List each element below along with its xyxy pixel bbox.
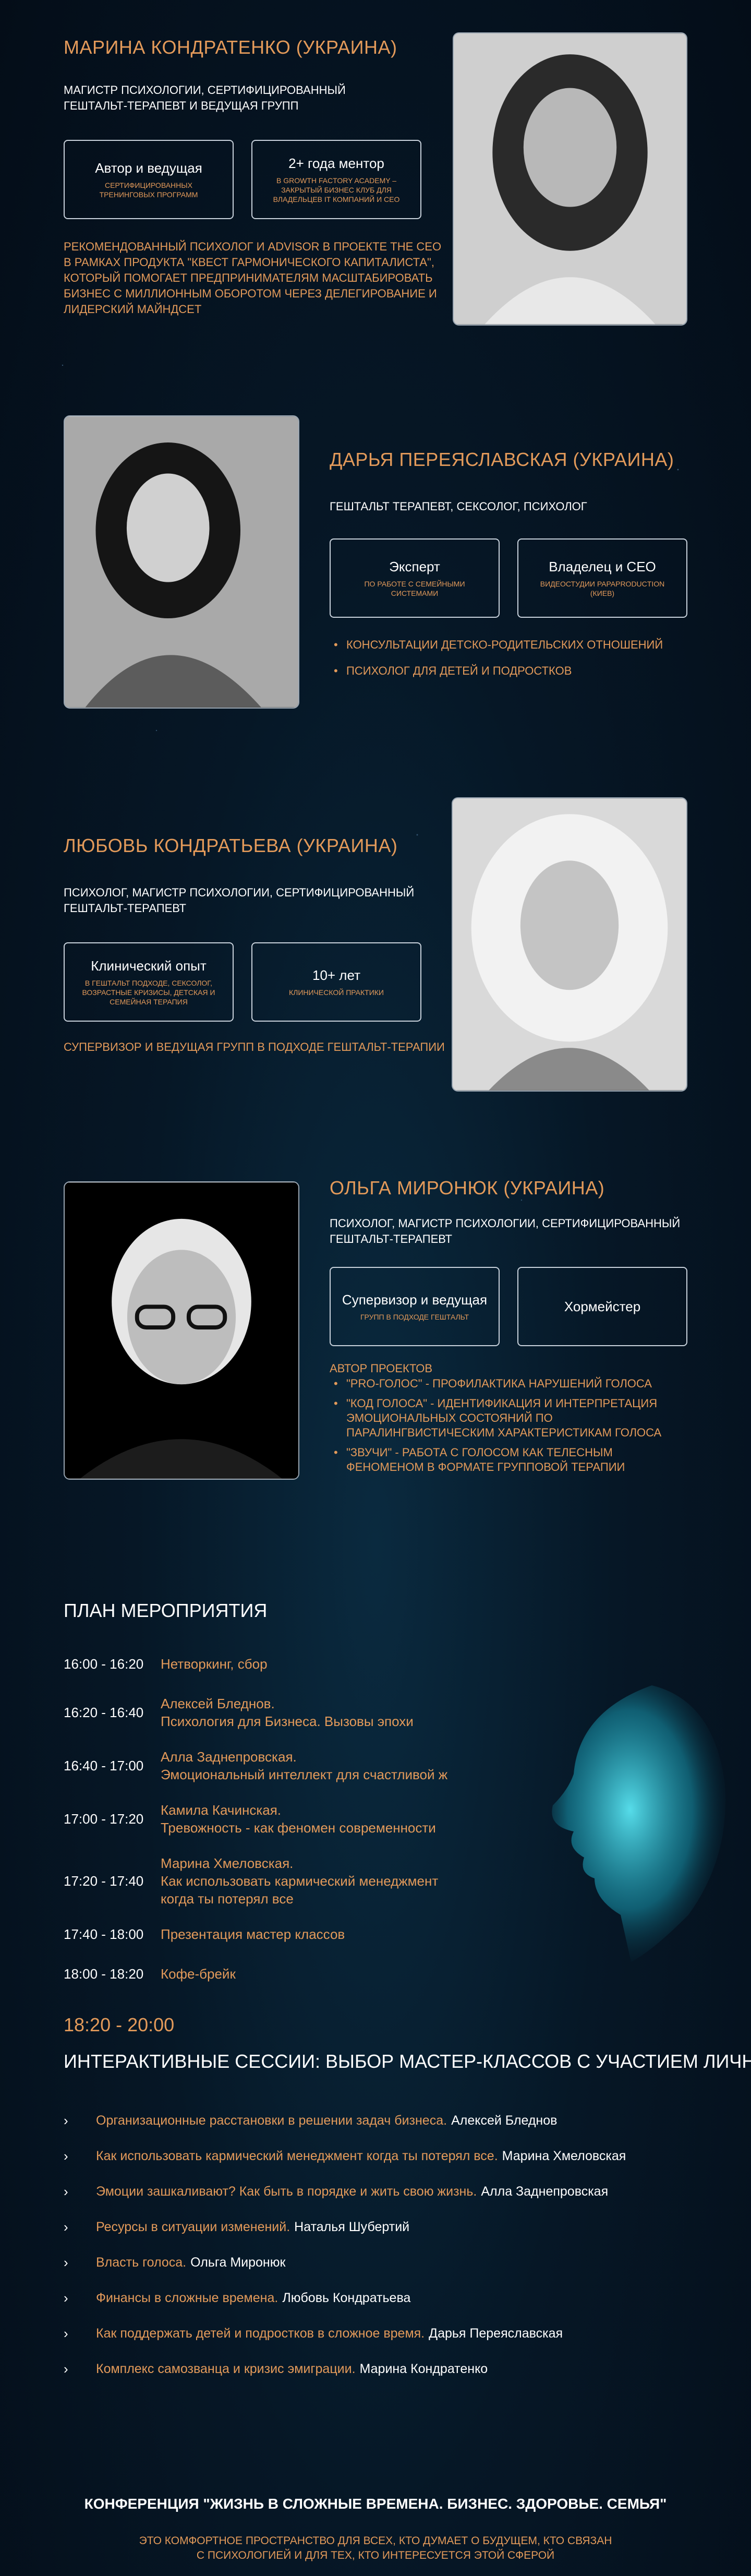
list-item: "PRO-ГОЛОС" - ПРОФИЛАКТИКА НАРУШЕНИЙ ГОЛ… bbox=[334, 1376, 661, 1391]
speaker-description: РЕКОМЕНДОВАННЫЙ ПСИХОЛОГ И ADVISOR В ПРО… bbox=[64, 240, 442, 316]
speaker-subtitle: ПСИХОЛОГ, МАГИСТР ПСИХОЛОГИИ, СЕРТИФИЦИР… bbox=[64, 886, 415, 915]
plan-topic: Эмоциональный интеллект для счастливой ж bbox=[161, 1767, 448, 1782]
speaker-card: Эксперт ПО РАБОТЕ С СЕМЕЙНЫМИ СИСТЕМАМИ bbox=[330, 538, 500, 618]
plan-row: 16:40 - 17:00 Алла Заднепровская. Эмоцио… bbox=[64, 1748, 468, 1783]
speaker-name: МАРИНА КОНДРАТЕНКО (УКРАИНА) bbox=[64, 37, 397, 58]
session-list: › Организационные расстановки в решении з… bbox=[64, 2103, 626, 2387]
speaker-name: ОЛЬГА МИРОНЮК (УКРАИНА) bbox=[330, 1177, 605, 1199]
plan-time: 18:00 - 18:20 bbox=[64, 1966, 144, 1982]
speaker-photo bbox=[64, 1181, 299, 1480]
session-item[interactable]: › Организационные расстановки в решении з… bbox=[64, 2103, 626, 2138]
list-item: КОНСУЛЬТАЦИИ ДЕТСКО-РОДИТЕЛЬСКИХ ОТНОШЕН… bbox=[334, 638, 663, 652]
speaker-description: СУПЕРВИЗОР И ВЕДУЩАЯ ГРУПП В ПОДХОДЕ ГЕШ… bbox=[64, 1040, 445, 1053]
list-item: ПСИХОЛОГ ДЛЯ ДЕТЕЙ И ПОДРОСТКОВ bbox=[334, 664, 663, 678]
plan-time: 16:20 - 16:40 bbox=[64, 1705, 144, 1720]
plan-topic: Нетворкинг, сбор bbox=[161, 1656, 268, 1672]
session-item[interactable]: › Власть голоса. Ольга Миронюк bbox=[64, 2245, 626, 2280]
session-item[interactable]: › Комплекс самозванца и кризис эмиграции.… bbox=[64, 2351, 626, 2387]
session-time: 18:20 - 20:00 bbox=[64, 2014, 175, 2035]
session-item[interactable]: › Эмоции зашкаливают? Как быть в порядке … bbox=[64, 2174, 626, 2209]
plan-speaker: Алла Заднепровская. bbox=[161, 1749, 297, 1765]
portrait-image bbox=[454, 33, 686, 325]
plan-speaker: Алексей Бледнов. bbox=[161, 1696, 275, 1711]
plan-time: 17:40 - 18:00 bbox=[64, 1926, 144, 1942]
speaker-bullets: "PRO-ГОЛОС" - ПРОФИЛАКТИКА НАРУШЕНИЙ ГОЛ… bbox=[334, 1376, 661, 1480]
plan-topic: Презентация мастер классов bbox=[161, 1926, 345, 1942]
speaker-bullets: КОНСУЛЬТАЦИИ ДЕТСКО-РОДИТЕЛЬСКИХ ОТНОШЕН… bbox=[334, 638, 663, 690]
projects-label: АВТОР ПРОЕКТОВ bbox=[330, 1362, 433, 1375]
plan-time: 17:00 - 17:20 bbox=[64, 1811, 144, 1827]
chevron-right-icon: › bbox=[64, 2361, 68, 2377]
portrait-image bbox=[453, 798, 686, 1091]
chevron-right-icon: › bbox=[64, 2290, 68, 2306]
chevron-right-icon: › bbox=[64, 2148, 68, 2164]
speaker-card: 2+ года ментор В GROWTH FACTORY ACADEMY … bbox=[251, 140, 421, 219]
plan-topic: Как использовать кармический менеджмент bbox=[161, 1873, 439, 1889]
chevron-right-icon: › bbox=[64, 2183, 68, 2199]
plan-row: 16:00 - 16:20 Нетворкинг, сбор bbox=[64, 1655, 468, 1673]
speaker-subtitle: ГЕШТАЛЬТ ТЕРАПЕВТ, СЕКСОЛОГ, ПСИХОЛОГ bbox=[330, 500, 587, 513]
plan-time: 16:00 - 16:20 bbox=[64, 1656, 144, 1672]
chevron-right-icon: › bbox=[64, 2254, 68, 2270]
speaker-card: 10+ лет КЛИНИЧЕСКОЙ ПРАКТИКИ bbox=[251, 942, 421, 1022]
speaker-photo bbox=[452, 797, 687, 1092]
plan-time: 17:20 - 17:40 bbox=[64, 1873, 144, 1889]
plan-speaker: Марина Хмеловская. bbox=[161, 1855, 294, 1871]
portrait-image bbox=[65, 1182, 298, 1479]
speaker-card: Автор и ведущая СЕРТИФИЦИРОВАННЫХ ТРЕНИН… bbox=[64, 140, 234, 219]
footer-text: ЭТО КОМФОРТНОЕ ПРОСТРАНСТВО ДЛЯ ВСЕХ, КТ… bbox=[139, 2535, 612, 2561]
glowing-face-image bbox=[552, 1685, 726, 1962]
speaker-card: Клинический опыт В ГЕШТАЛЬТ ПОДХОДЕ, СЕК… bbox=[64, 942, 234, 1022]
chevron-right-icon: › bbox=[64, 2219, 68, 2235]
plan-topic: Кофе-брейк bbox=[161, 1966, 236, 1982]
plan-topic: Психология для Бизнеса. Вызовы эпохи bbox=[161, 1714, 414, 1729]
session-item[interactable]: › Как поддержать детей и подростков в сло… bbox=[64, 2316, 626, 2351]
session-item[interactable]: › Как использовать кармический менеджмент… bbox=[64, 2138, 626, 2174]
speaker-subtitle: МАГИСТР ПСИХОЛОГИИ, СЕРТИФИЦИРОВАННЫЙ ГЕ… bbox=[64, 83, 346, 112]
speaker-subtitle: ПСИХОЛОГ, МАГИСТР ПСИХОЛОГИИ, СЕРТИФИЦИР… bbox=[330, 1217, 681, 1245]
plan-time: 16:40 - 17:00 bbox=[64, 1758, 144, 1774]
plan-row: 17:00 - 17:20 Камила Качинская. Тревожно… bbox=[64, 1801, 468, 1837]
plan-speaker: Камила Качинская. bbox=[161, 1802, 282, 1818]
session-title: ИНТЕРАКТИВНЫЕ СЕССИИ: ВЫБОР МАСТЕР-КЛАСС… bbox=[64, 2051, 751, 2072]
speaker-photo bbox=[64, 415, 299, 709]
plan-topic: Тревожность - как феномен современности bbox=[161, 1820, 436, 1836]
portrait-image bbox=[65, 416, 298, 708]
list-item: "ЗВУЧИ" - РАБОТА С ГОЛОСОМ КАК ТЕЛЕСНЫМ … bbox=[334, 1445, 661, 1475]
session-item[interactable]: › Ресурсы в ситуации изменений. Наталья Шу… bbox=[64, 2209, 626, 2245]
speaker-card: Хормейстер bbox=[517, 1267, 687, 1346]
plan-row: 17:20 - 17:40 Марина Хмеловская. Как исп… bbox=[64, 1854, 468, 1908]
plan-title: ПЛАН МЕРОПРИЯТИЯ bbox=[64, 1600, 268, 1621]
speaker-name: ДАРЬЯ ПЕРЕЯСЛАВСКАЯ (УКРАИНА) bbox=[330, 449, 674, 470]
session-item[interactable]: › Финансы в сложные времена. Любовь Кондра… bbox=[64, 2280, 626, 2316]
chevron-right-icon: › bbox=[64, 2112, 68, 2128]
speaker-card: Владелец и CEO ВИДЕОСТУДИИ PAPAPRODUCTIO… bbox=[517, 538, 687, 618]
footer-title: КОНФЕРЕНЦИЯ "ЖИЗНЬ В СЛОЖНЫЕ ВРЕМЕНА. БИ… bbox=[84, 2496, 667, 2512]
chevron-right-icon: › bbox=[64, 2325, 68, 2341]
plan-row: 16:20 - 16:40 Алексей Бледнов. Психологи… bbox=[64, 1695, 468, 1730]
plan-topic: когда ты потерял все bbox=[161, 1891, 294, 1907]
plan-row: 17:40 - 18:00 Презентация мастер классов bbox=[64, 1925, 468, 1943]
speaker-name: ЛЮБОВЬ КОНДРАТЬЕВА (УКРАИНА) bbox=[64, 835, 398, 856]
plan-row: 18:00 - 18:20 Кофе-брейк bbox=[64, 1965, 468, 1983]
list-item: "КОД ГОЛОСА" - ИДЕНТИФИКАЦИЯ И ИНТЕРПРЕТ… bbox=[334, 1396, 661, 1440]
speaker-photo bbox=[453, 32, 687, 326]
speaker-card: Супервизор и ведущая ГРУПП В ПОДХОДЕ ГЕШ… bbox=[330, 1267, 500, 1346]
